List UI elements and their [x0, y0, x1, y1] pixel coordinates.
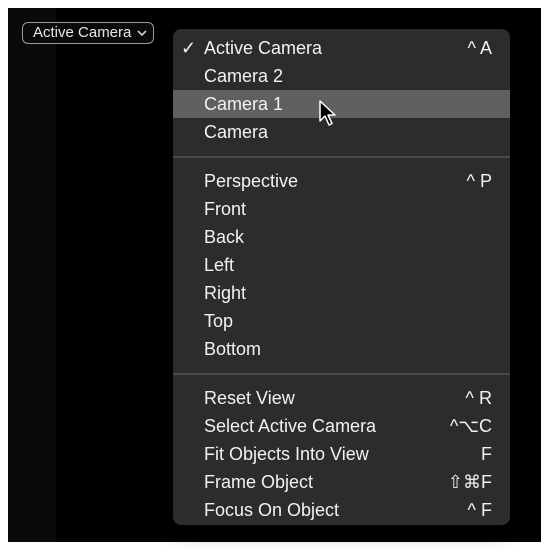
chevron-down-icon: [137, 30, 147, 37]
menu-item-label: Bottom: [204, 339, 262, 359]
menu-item-shortcut: ^ F: [467, 500, 492, 520]
menu-item-label: Front: [204, 199, 247, 219]
camera-dropdown-button[interactable]: Active Camera: [22, 22, 155, 44]
menu-item-label: Right: [204, 283, 247, 303]
menu-item-left[interactable]: Left: [173, 251, 510, 279]
menu-item-front[interactable]: Front: [173, 195, 510, 223]
menu-item-shortcut: F: [481, 444, 492, 464]
mouse-pointer-icon: [319, 100, 336, 126]
menu-item-camera[interactable]: Camera: [173, 118, 510, 146]
menu-item-shortcut: ⇧⌘F: [447, 472, 492, 492]
menu-item-right[interactable]: Right: [173, 279, 510, 307]
checkmark-icon: ✓: [181, 38, 197, 58]
menu-item-perspective[interactable]: Perspective ^ P: [173, 167, 510, 195]
menu-item-shortcut: ^ P: [466, 171, 492, 191]
menu-item-label: Fit Objects Into View: [204, 444, 369, 464]
menu-separator: [173, 373, 510, 375]
menu-item-shortcut: ^ A: [467, 38, 492, 58]
camera-dropdown-label: Active Camera: [33, 24, 132, 41]
menu-item-select-active-camera[interactable]: Select Active Camera ^⌥C: [173, 412, 510, 440]
menu-item-label: Camera: [204, 122, 269, 142]
menu-item-bottom[interactable]: Bottom: [173, 335, 510, 363]
menu-item-focus-on-object[interactable]: Focus On Object ^ F: [173, 496, 510, 524]
menu-item-reset-view[interactable]: Reset View ^ R: [173, 384, 510, 412]
menu-item-label: Focus On Object: [204, 500, 340, 520]
menu-item-shortcut: ^⌥C: [449, 416, 492, 436]
menu-separator: [173, 156, 510, 158]
menu-item-active-camera[interactable]: ✓ Active Camera ^ A: [173, 34, 510, 62]
menu-item-label: Active Camera: [204, 38, 323, 58]
menu-item-frame-object[interactable]: Frame Object ⇧⌘F: [173, 468, 510, 496]
menu-item-back[interactable]: Back: [173, 223, 510, 251]
menu-item-label: Camera 1: [204, 94, 284, 114]
menu-item-camera-2[interactable]: Camera 2: [173, 62, 510, 90]
menu-item-shortcut: ^ R: [465, 388, 492, 408]
menu-item-label: Frame Object: [204, 472, 314, 492]
menu-item-label: Back: [204, 227, 245, 247]
menu-item-label: Camera 2: [204, 66, 284, 86]
camera-menu: ✓ Active Camera ^ A Camera 2 Camera 1 Camera P…: [173, 29, 510, 525]
menu-item-label: Select Active Camera: [204, 416, 377, 436]
menu-item-camera-1[interactable]: Camera 1: [173, 90, 510, 118]
menu-item-label: Left: [204, 255, 235, 275]
menu-item-label: Top: [204, 311, 234, 331]
menu-item-label: Perspective: [204, 171, 299, 191]
menu-item-top[interactable]: Top: [173, 307, 510, 335]
menu-item-fit-objects-into-view[interactable]: Fit Objects Into View F: [173, 440, 510, 468]
menu-item-label: Reset View: [204, 388, 295, 408]
